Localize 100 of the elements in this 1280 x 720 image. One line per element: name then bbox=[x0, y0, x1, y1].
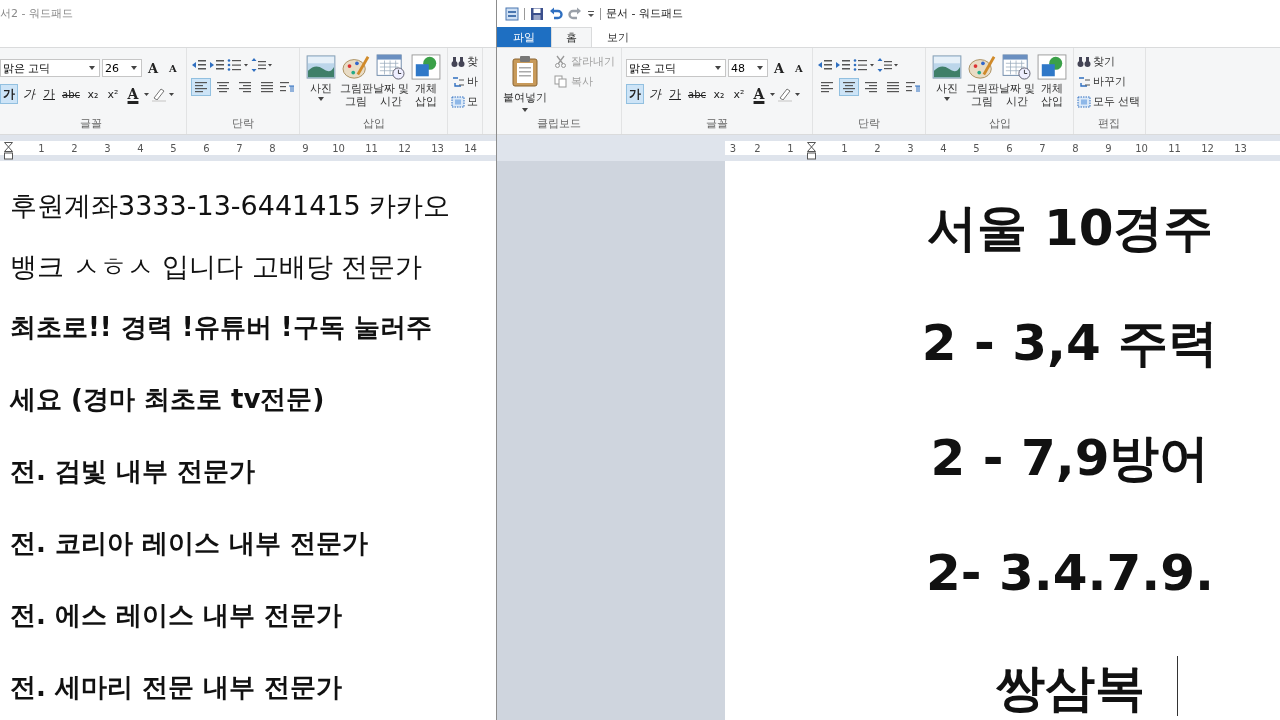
indent-marker-icon[interactable] bbox=[4, 142, 13, 160]
ruler-number: 1 bbox=[786, 142, 795, 154]
insert-datetime-button[interactable]: 날짜 및 시간 bbox=[374, 53, 408, 116]
shrink-font-button[interactable]: A bbox=[164, 58, 182, 78]
italic-button[interactable]: 가 bbox=[646, 84, 664, 104]
ribbon-tab[interactable]: 홈 bbox=[551, 27, 592, 47]
ruler-number: 9 bbox=[1104, 142, 1113, 154]
ruler-number: 8 bbox=[1071, 142, 1080, 154]
font-family-dropdown[interactable]: 맑은 고딕 bbox=[0, 59, 100, 77]
document-text-line: 전. 코리아 레이스 내부 전문가 bbox=[10, 527, 369, 560]
subscript-button[interactable]: x₂ bbox=[710, 84, 728, 104]
picture-icon bbox=[932, 54, 962, 80]
decrease-indent-icon[interactable] bbox=[191, 58, 207, 72]
strike-button[interactable]: abc bbox=[60, 84, 82, 104]
ruler-number: 2 bbox=[70, 142, 79, 154]
replace-button[interactable]: 바 bbox=[451, 73, 478, 90]
insert-datetime-button[interactable]: 날짜 및 시간 bbox=[1000, 53, 1034, 116]
line-spacing-icon[interactable] bbox=[251, 58, 273, 72]
paste-button[interactable]: 붙여넣기 bbox=[501, 53, 549, 116]
insert-object-button[interactable]: 개체 삽입 bbox=[1035, 53, 1069, 116]
ruler-number: 10 bbox=[331, 142, 346, 154]
ruler-number: 1 bbox=[37, 142, 46, 154]
align-center-icon bbox=[841, 81, 857, 93]
increase-indent-icon[interactable] bbox=[835, 58, 851, 72]
document-text-line: 서울 10경주 bbox=[926, 198, 1214, 259]
grow-font-button[interactable]: A bbox=[144, 58, 162, 78]
superscript-button[interactable]: x² bbox=[104, 84, 122, 104]
align-left-button[interactable] bbox=[191, 78, 211, 96]
ruler-number: 11 bbox=[1167, 142, 1182, 154]
align-left-icon bbox=[193, 81, 209, 93]
font-size-dropdown[interactable]: 26 bbox=[102, 59, 142, 77]
superscript-button[interactable]: x² bbox=[730, 84, 748, 104]
insert-picture-button[interactable]: 사진 bbox=[930, 53, 964, 116]
indent-marker-icon[interactable] bbox=[807, 142, 816, 160]
redo-icon[interactable] bbox=[568, 6, 582, 21]
ruler-number: 6 bbox=[1005, 142, 1014, 154]
subscript-button[interactable]: x₂ bbox=[84, 84, 102, 104]
font-color-button[interactable]: A bbox=[750, 84, 768, 104]
ruler-number: 13 bbox=[430, 142, 445, 154]
find-button[interactable]: 찾 bbox=[451, 53, 478, 70]
ruler-number: 12 bbox=[1200, 142, 1215, 154]
group-label: 편집 bbox=[1096, 116, 1121, 132]
document-page[interactable]: 서울 10경주 2 - 3,4 주력 2 - 7,9방어 2- 3.4.7.9. 쌍삼복 bbox=[725, 161, 1280, 720]
ruler-number: 2 bbox=[753, 142, 762, 154]
decrease-indent-icon[interactable] bbox=[817, 58, 833, 72]
insert-paint-button[interactable]: 그림판 그림 bbox=[965, 53, 999, 116]
ruler-number: 3 bbox=[906, 142, 915, 154]
paragraph-icon[interactable] bbox=[279, 80, 295, 94]
align-center-button[interactable] bbox=[839, 78, 859, 96]
highlighter-icon[interactable] bbox=[151, 86, 167, 102]
ruler-number: 13 bbox=[1233, 142, 1248, 154]
document-text-line: 쌍삼복 bbox=[995, 658, 1145, 719]
document-text-line: 뱅크 ㅅㅎㅅ 입니다 고배당 전문가 bbox=[10, 250, 423, 284]
italic-button[interactable]: 가 bbox=[20, 84, 38, 104]
caret-icon[interactable] bbox=[169, 92, 174, 96]
group-label: 삽입 bbox=[361, 116, 386, 132]
caret-icon[interactable] bbox=[144, 92, 149, 96]
select-all-icon bbox=[451, 95, 465, 108]
insert-object-button[interactable]: 개체 삽입 bbox=[409, 53, 443, 116]
bullet-list-icon[interactable] bbox=[853, 58, 875, 72]
save-icon[interactable] bbox=[530, 6, 544, 21]
font-color-button[interactable]: A bbox=[124, 84, 142, 104]
insert-picture-button[interactable]: 사진 bbox=[304, 53, 338, 116]
find-button[interactable]: 찾기 bbox=[1077, 53, 1141, 70]
paragraph-icon[interactable] bbox=[905, 80, 921, 94]
insert-paint-button[interactable]: 그림판 그림 bbox=[339, 53, 373, 116]
caret-icon[interactable] bbox=[770, 92, 775, 96]
customize-caret-icon[interactable] bbox=[587, 8, 595, 19]
caret-icon bbox=[522, 108, 528, 112]
caret-icon bbox=[757, 66, 763, 70]
group-label: 글꼴 bbox=[705, 116, 729, 132]
select-all-button[interactable]: 모두 선택 bbox=[1077, 93, 1141, 110]
underline-button[interactable]: 가 bbox=[40, 84, 58, 104]
bold-button[interactable]: 가 bbox=[626, 84, 644, 104]
strike-button[interactable]: abc bbox=[686, 84, 708, 104]
replace-button[interactable]: 바꾸기 bbox=[1077, 73, 1141, 90]
caret-icon[interactable] bbox=[795, 92, 800, 96]
select-all-button[interactable]: 모 bbox=[451, 93, 478, 110]
font-family-dropdown[interactable]: 맑은 고딕 bbox=[626, 59, 726, 77]
increase-indent-icon[interactable] bbox=[209, 58, 225, 72]
font-size-dropdown[interactable]: 48 bbox=[728, 59, 768, 77]
ruler-number: 2 bbox=[873, 142, 882, 154]
ruler-number: 10 bbox=[1134, 142, 1149, 154]
group-label: 단락 bbox=[231, 116, 255, 132]
shrink-font-button[interactable]: A bbox=[790, 58, 808, 78]
ruler-number: 11 bbox=[364, 142, 379, 154]
app-icon[interactable] bbox=[505, 6, 519, 21]
highlighter-icon[interactable] bbox=[777, 86, 793, 102]
ruler-number: 3 bbox=[728, 142, 738, 154]
bullet-list-icon[interactable] bbox=[227, 58, 249, 72]
file-menu-tab[interactable]: 파일 bbox=[497, 27, 551, 47]
binoculars-icon bbox=[1077, 55, 1091, 68]
paint-palette-icon bbox=[341, 54, 371, 80]
align-center-icon bbox=[215, 81, 231, 93]
undo-icon[interactable] bbox=[549, 6, 563, 21]
line-spacing-icon[interactable] bbox=[877, 58, 899, 72]
underline-button[interactable]: 가 bbox=[666, 84, 684, 104]
bold-button[interactable]: 가 bbox=[0, 84, 18, 104]
window-title: 서2 - 워드패드 bbox=[0, 6, 73, 21]
grow-font-button[interactable]: A bbox=[770, 58, 788, 78]
